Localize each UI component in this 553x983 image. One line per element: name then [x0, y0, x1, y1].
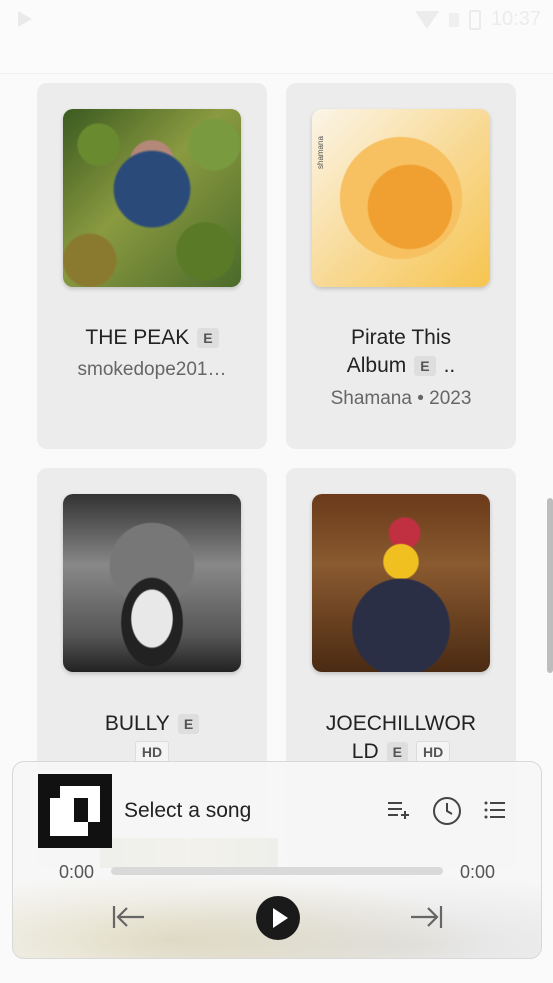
scrollbar[interactable] — [547, 498, 553, 673]
explicit-badge: E — [177, 714, 200, 734]
explicit-badge: E — [414, 356, 436, 376]
album-title-line2-row: Album E .. — [286, 354, 516, 378]
play-button[interactable] — [256, 896, 300, 940]
album-title-line1: JOECHILLWOR — [325, 712, 477, 735]
quality-row: HD — [37, 741, 267, 763]
album-artist-year: Shamana • 2023 — [330, 388, 472, 409]
top-app-bar — [0, 40, 553, 74]
album-art: shamana — [312, 109, 490, 287]
battery-icon — [468, 9, 481, 30]
skip-previous-icon — [112, 906, 144, 928]
now-playing-art[interactable] — [38, 774, 112, 848]
add-to-queue-icon[interactable] — [384, 796, 412, 824]
play-icon — [273, 908, 288, 928]
clock: 10:37 — [490, 8, 541, 30]
total-time: 0:00 — [459, 862, 495, 882]
wifi-icon — [414, 10, 439, 29]
mini-player: Select a song 0:00 0:00 — [12, 761, 542, 959]
song-title: Select a song — [124, 799, 252, 822]
sleep-timer-icon[interactable] — [431, 795, 463, 827]
album-title-line2: Album — [346, 354, 407, 377]
album-title-row: BULLY E — [37, 712, 267, 736]
album-title: BULLY — [104, 712, 170, 735]
album-card-the-peak[interactable]: THE PEAK E smokedope201… — [37, 83, 267, 449]
hd-badge: HD — [134, 741, 170, 763]
previous-button[interactable] — [111, 902, 147, 932]
album-title: THE PEAK — [85, 326, 190, 349]
album-card-pirate-this-album[interactable]: shamana Pirate This Album E .. Shamana •… — [286, 83, 516, 449]
title-ellipsis: .. — [443, 354, 456, 377]
album-art — [63, 494, 241, 672]
elapsed-time: 0:00 — [59, 862, 95, 882]
queue-list-icon[interactable] — [481, 796, 509, 824]
signal-icon — [448, 12, 459, 27]
hd-badge: HD — [415, 741, 451, 763]
album-artist: smokedope201… — [77, 359, 227, 380]
explicit-badge: E — [386, 742, 408, 762]
album-art-text: shamana — [316, 136, 325, 169]
status-bar: 10:37 — [0, 0, 553, 40]
album-title-row: THE PEAK E — [37, 326, 267, 350]
album-art — [312, 494, 490, 672]
explicit-badge: E — [197, 328, 219, 348]
album-title-line1: Pirate This — [351, 326, 451, 349]
system-icons: 10:37 — [414, 8, 541, 31]
skip-next-icon — [411, 906, 443, 928]
album-art — [63, 109, 241, 287]
next-button[interactable] — [408, 902, 444, 932]
media-playing-icon — [18, 11, 32, 27]
progress-bar[interactable] — [111, 867, 443, 875]
